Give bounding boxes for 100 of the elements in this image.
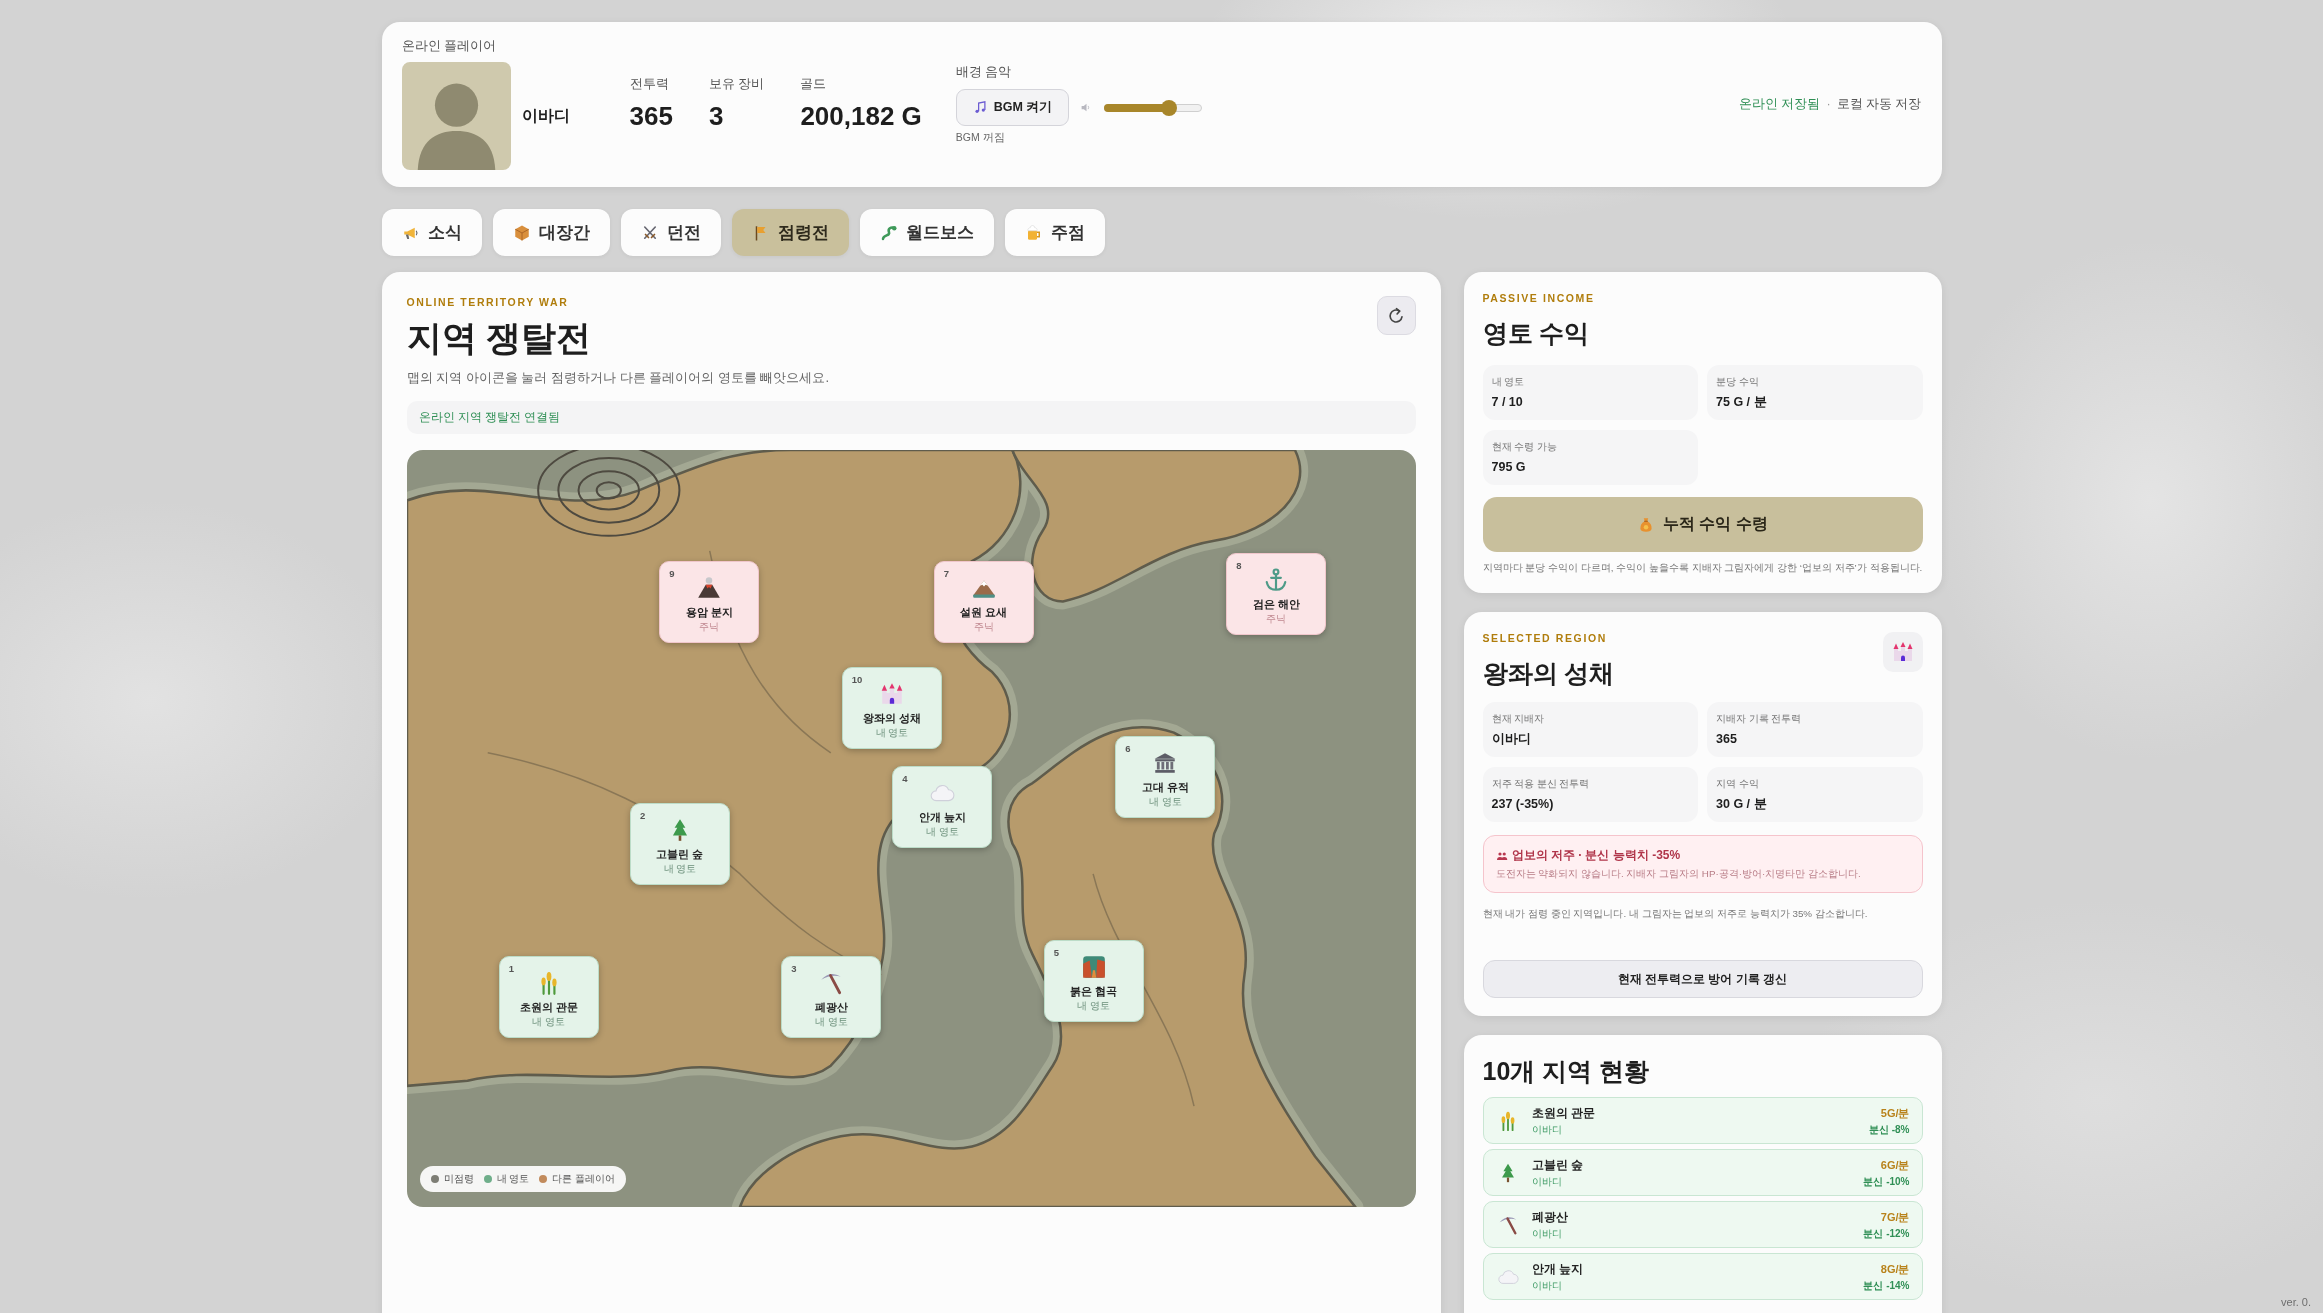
region-number: 9: [669, 568, 675, 580]
legend-label: 내 영토: [496, 1172, 530, 1186]
section-eyebrow: PASSIVE INCOME: [1482, 292, 1596, 305]
region-name: 고대 유적: [1141, 780, 1189, 794]
region-card[interactable]: 10 왕좌의 성채 내 영토: [841, 667, 942, 750]
connection-status: 온라인 지역 쟁탈전 연결됨: [406, 401, 1416, 434]
region-list-item[interactable]: 고블린 숲 이바디 6G/분 분신 -10%: [1482, 1149, 1923, 1196]
bgm-status: BGM 꺼짐: [955, 130, 1006, 144]
stat-value: 365: [1716, 731, 1738, 747]
region-owner: 내 영토: [663, 863, 697, 876]
region-card[interactable]: 8 검은 해안 주닉: [1226, 552, 1327, 635]
region-list-item[interactable]: 안개 늪지 이바디 8G/분 분신 -14%: [1482, 1253, 1923, 1300]
region-card[interactable]: 2 고블린 숲 내 영토: [629, 803, 730, 886]
clone-penalty: 분신 -12%: [1863, 1226, 1910, 1241]
beer-mug-icon: [1024, 223, 1043, 242]
region-owner: 이바디: [1531, 1122, 1563, 1137]
stat-label: 현재 지배자: [1491, 712, 1546, 725]
region-owner: 내 영토: [925, 826, 959, 839]
region-name: 검은 해안: [1252, 596, 1300, 611]
stat-value: 30 G / 분: [1716, 796, 1768, 812]
nav-tab[interactable]: 월드보스: [859, 209, 994, 256]
canyon-icon: [1080, 953, 1107, 980]
nav-tab[interactable]: 소식: [381, 209, 482, 256]
alert-detail: 도전자는 약화되지 않습니다. 지배자 그림자의 HP·공격·방어·치명타만 감소합니다.: [1495, 867, 1862, 881]
region-owner: 이바디: [1531, 1226, 1563, 1241]
volume-slider[interactable]: [1104, 99, 1203, 116]
region-income: 7G/분: [1880, 1209, 1910, 1225]
stat-label: 분당 수익: [1716, 375, 1760, 388]
player-name: 이바디: [521, 105, 570, 126]
region-name: 고블린 숲: [656, 847, 704, 862]
region-card[interactable]: 9 용암 분지 주닉: [659, 561, 760, 644]
section-description: 맵의 지역 아이콘을 눌러 점령하거나 다른 플레이어의 영토를 빼앗으세요.: [406, 369, 830, 387]
region-card[interactable]: 3 폐광산 내 영토: [781, 956, 882, 1039]
stat-value: 200,182 G: [800, 100, 922, 132]
region-card[interactable]: 4 안개 늪지 내 영토: [892, 766, 993, 849]
clone-penalty: 분신 -10%: [1863, 1174, 1910, 1189]
region-number: 1: [508, 963, 515, 975]
legend-label: 다른 플레이어: [552, 1172, 616, 1186]
region-name: 초원의 관문: [519, 1000, 578, 1015]
region-number: 4: [902, 773, 908, 785]
region-name: 고블린 숲: [1531, 1157, 1584, 1173]
nav-tab[interactable]: 주점: [1004, 209, 1105, 256]
region-list-item[interactable]: 폐광산 이바디 7G/분 분신 -12%: [1482, 1201, 1923, 1248]
region-number: 2: [639, 810, 646, 822]
region-name: 붉은 협곡: [1070, 983, 1118, 998]
player-caption: 온라인 플레이어: [401, 38, 497, 54]
region-name: 초원의 관문: [1531, 1105, 1596, 1121]
section-title: 지역 쟁탈전: [406, 317, 592, 359]
two-people-icon: [1495, 849, 1508, 862]
stat-value: 이바디: [1491, 731, 1532, 747]
update-defense-button[interactable]: 현재 전투력으로 방어 기록 갱신: [1482, 960, 1923, 998]
region-owner: 내 영토: [1077, 999, 1110, 1012]
claim-income-button[interactable]: 누적 수익 수령: [1482, 497, 1923, 552]
region-name: 안개 늪지: [918, 810, 966, 825]
bgm-toggle-button[interactable]: BGM 켜기: [955, 89, 1070, 126]
income-note: 지역마다 분당 수익이 다르며, 수익이 높을수록 지배자 그림자에게 강한 ‘업보의 저주’가 적용됩니다.: [1482, 561, 1923, 575]
refresh-button[interactable]: [1376, 296, 1416, 335]
region-name: 폐광산: [814, 1000, 848, 1015]
section-title: 왕좌의 성채: [1482, 658, 1615, 689]
stat-label: 저주 적용 분신 전투력: [1491, 777, 1591, 790]
stat-label: 보유 장비: [708, 76, 765, 92]
stat-label: 현재 수령 가능: [1491, 440, 1558, 453]
region-card[interactable]: 6 고대 유적 내 영토: [1115, 736, 1216, 818]
region-owner: 주닉: [1266, 612, 1287, 625]
region-card[interactable]: 5 붉은 협곡 내 영토: [1043, 939, 1144, 1022]
region-owner: 주닉: [699, 621, 720, 634]
clone-penalty: 분신 -8%: [1868, 1122, 1910, 1137]
snake-icon: [879, 223, 898, 242]
region-owner: 이바디: [1531, 1174, 1563, 1189]
stat-label: 지역 수익: [1716, 777, 1760, 790]
local-save-status: 로컬 자동 저장: [1836, 96, 1922, 112]
nav-tab[interactable]: 대장간: [492, 209, 610, 256]
region-income: 8G/분: [1880, 1261, 1910, 1277]
stat-value: 237 (-35%): [1491, 796, 1555, 812]
box-icon: [512, 223, 531, 242]
region-income: 6G/분: [1880, 1157, 1910, 1173]
region-owner: 내 영토: [532, 1016, 566, 1029]
region-number: 5: [1053, 946, 1059, 958]
region-owner: 내 영토: [875, 727, 909, 740]
region-number: 8: [1236, 559, 1242, 571]
region-card[interactable]: 1 초원의 관문 내 영토: [498, 956, 599, 1039]
region-card[interactable]: 7 설원 요새 주닉: [933, 561, 1034, 644]
version-label: ver. 0.: [2281, 1295, 2311, 1309]
alert-title: 업보의 저주 · 분신 능력치 -35%: [1511, 847, 1681, 864]
stat-value: 3: [708, 100, 725, 132]
nav-tab[interactable]: 점령전: [731, 209, 849, 256]
region-name: 왕좌의 성채: [862, 711, 921, 726]
region-income: 5G/분: [1880, 1105, 1910, 1121]
region-owner: 내 영토: [1148, 796, 1182, 808]
section-eyebrow: SELECTED REGION: [1482, 632, 1608, 645]
region-owner: 내 영토: [814, 1016, 848, 1029]
slider-thumb[interactable]: [1161, 99, 1178, 116]
region-number: 6: [1125, 743, 1131, 754]
region-list-item[interactable]: 초원의 관문 이바디 5G/분 분신 -8%: [1482, 1097, 1923, 1144]
stat-value: 75 G / 분: [1716, 394, 1768, 410]
nav-tab[interactable]: 던전: [620, 209, 721, 256]
region-number: 7: [943, 568, 949, 580]
section-title: 영토 수익: [1482, 318, 1591, 349]
region-name: 설원 요새: [960, 605, 1008, 620]
region-number: 10: [851, 674, 863, 686]
